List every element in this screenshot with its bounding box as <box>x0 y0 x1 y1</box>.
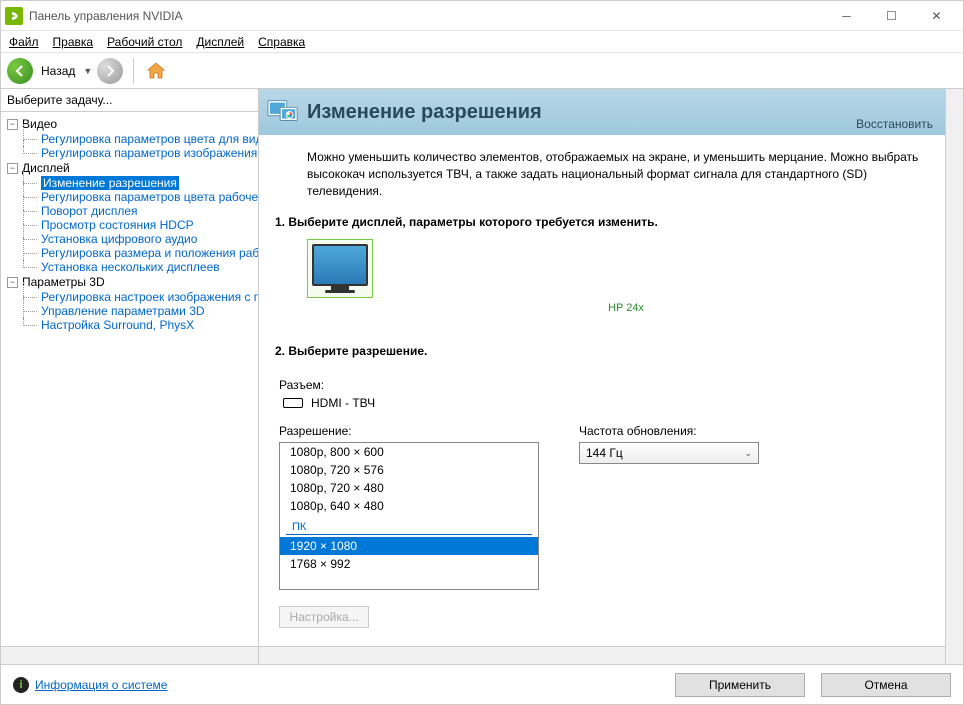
resolution-label: Разрешение: <box>279 424 539 438</box>
refresh-label: Частота обновления: <box>579 424 759 438</box>
forward-button[interactable] <box>97 58 123 84</box>
sidebar: Выберите задачу... −Видео Регулировка па… <box>1 89 259 664</box>
tree-category-display[interactable]: Дисплей <box>22 161 70 175</box>
tree-item[interactable]: Регулировка параметров цвета рабочег <box>23 190 258 204</box>
collapse-icon[interactable]: − <box>7 119 18 130</box>
step1-title: 1. Выберите дисплей, параметры которого … <box>259 209 945 239</box>
home-button[interactable] <box>144 59 168 83</box>
list-item-selected[interactable]: 1920 × 1080 <box>280 537 538 555</box>
list-item[interactable]: 1080p, 720 × 576 <box>280 461 538 479</box>
titlebar: Панель управления NVIDIA ─ ☐ ✕ <box>1 1 963 31</box>
tree-item-change-resolution[interactable]: Изменение разрешения <box>23 176 258 190</box>
menu-help[interactable]: Справка <box>258 35 305 49</box>
menu-file[interactable]: Файл <box>9 35 39 49</box>
back-button[interactable] <box>7 58 33 84</box>
sidebar-header: Выберите задачу... <box>1 89 258 112</box>
refresh-value: 144 Гц <box>586 446 623 460</box>
list-item[interactable]: 1768 × 992 <box>280 555 538 573</box>
tree-item[interactable]: Регулировка параметров цвета для вид <box>23 132 258 146</box>
back-label: Назад <box>41 64 75 78</box>
system-info-link[interactable]: Информация о системе <box>35 678 167 692</box>
step2-title: 2. Выберите разрешение. <box>259 338 945 368</box>
main-content: Можно уменьшить количество элементов, от… <box>259 135 945 646</box>
page-header: Изменение разрешения Восстановить <box>259 89 945 135</box>
close-button[interactable]: ✕ <box>914 1 959 31</box>
tree-item[interactable]: Регулировка размера и положения рабо <box>23 246 258 260</box>
hdmi-icon <box>283 398 303 408</box>
collapse-icon[interactable]: − <box>7 277 18 288</box>
setup-button: Настройка... <box>279 606 369 628</box>
list-group-pc: ПК <box>286 517 532 535</box>
monitor-selector[interactable] <box>307 239 373 298</box>
page-title: Изменение разрешения <box>307 101 542 124</box>
info-icon: i <box>13 677 29 693</box>
menu-display[interactable]: Дисплей <box>196 35 244 49</box>
footer: i Информация о системе Применить Отмена <box>1 664 963 704</box>
connector-label: Разъем: <box>279 378 945 392</box>
content-vscroll[interactable] <box>945 89 963 664</box>
task-tree: −Видео Регулировка параметров цвета для … <box>1 112 258 646</box>
monitor-icon <box>312 244 368 286</box>
workspace: Выберите задачу... −Видео Регулировка па… <box>1 89 963 664</box>
collapse-icon[interactable]: − <box>7 163 18 174</box>
list-item[interactable]: 1080p, 720 × 480 <box>280 479 538 497</box>
minimize-button[interactable]: ─ <box>824 1 869 31</box>
tree-item[interactable]: Управление параметрами 3D <box>23 304 258 318</box>
resolution-icon <box>267 96 299 128</box>
apply-button[interactable]: Применить <box>675 673 805 697</box>
back-history-dropdown[interactable]: ▼ <box>83 66 93 76</box>
window-title: Панель управления NVIDIA <box>29 9 824 23</box>
monitor-label: HP 24x <box>307 302 945 314</box>
restore-link[interactable]: Восстановить <box>856 117 933 131</box>
resolution-listbox[interactable]: 1080p, 800 × 600 1080p, 720 × 576 1080p,… <box>279 442 539 590</box>
menu-desktop[interactable]: Рабочий стол <box>107 35 182 49</box>
cancel-button[interactable]: Отмена <box>821 673 951 697</box>
list-item[interactable]: 1080p, 800 × 600 <box>280 443 538 461</box>
tree-category-3d[interactable]: Параметры 3D <box>22 275 105 289</box>
refresh-rate-combo[interactable]: 144 Гц ⌄ <box>579 442 759 464</box>
sidebar-hscroll[interactable] <box>1 646 258 664</box>
page-description: Можно уменьшить количество элементов, от… <box>259 135 945 209</box>
tree-item[interactable]: Установка цифрового аудио <box>23 232 258 246</box>
tree-item[interactable]: Поворот дисплея <box>23 204 258 218</box>
chevron-down-icon: ⌄ <box>744 448 752 459</box>
menubar: Файл Правка Рабочий стол Дисплей Справка <box>1 31 963 53</box>
tree-item[interactable]: Просмотр состояния HDCP <box>23 218 258 232</box>
tree-item[interactable]: Установка нескольких дисплеев <box>23 260 258 274</box>
content-hscroll[interactable] <box>259 646 945 664</box>
tree-item[interactable]: Регулировка настроек изображения с пр <box>23 290 258 304</box>
connector-value: HDMI - ТВЧ <box>311 396 375 410</box>
maximize-button[interactable]: ☐ <box>869 1 914 31</box>
list-item[interactable]: 1080p, 640 × 480 <box>280 497 538 515</box>
tree-category-video[interactable]: Видео <box>22 117 57 131</box>
content-pane: Изменение разрешения Восстановить Можно … <box>259 89 963 664</box>
toolbar: Назад ▼ <box>1 53 963 89</box>
tree-item[interactable]: Регулировка параметров изображения д <box>23 146 258 160</box>
menu-edit[interactable]: Правка <box>53 35 94 49</box>
tree-item[interactable]: Настройка Surround, PhysX <box>23 318 258 332</box>
nvidia-app-icon <box>5 7 23 25</box>
